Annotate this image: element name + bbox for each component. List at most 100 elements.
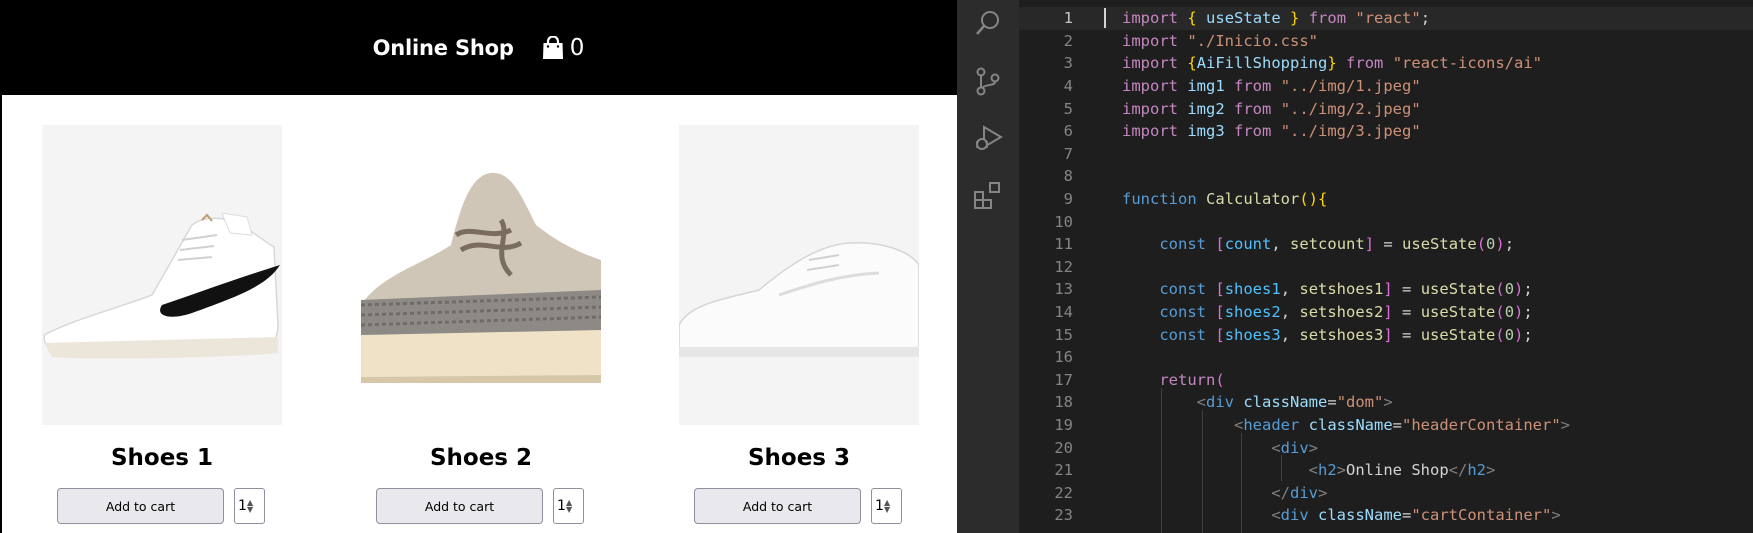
code-text: import {AiFillShopping} from "react-icon… bbox=[1122, 54, 1543, 73]
code-line-20[interactable]: 20 <div> bbox=[1019, 436, 1753, 459]
product-card-2: Shoes 2 bbox=[361, 125, 601, 471]
code-line-6[interactable]: 6 import img3 from "../img/3.jpeg" bbox=[1019, 120, 1753, 143]
code-line-4[interactable]: 4 import img1 from "../img/1.jpeg" bbox=[1019, 75, 1753, 98]
cart-count: 0 bbox=[569, 34, 585, 61]
quantity-value: 1 bbox=[238, 498, 246, 514]
code-line-23[interactable]: 23 <div className="cartContainer"> bbox=[1019, 504, 1753, 527]
cart[interactable]: 0 bbox=[542, 34, 585, 61]
code-text: import "./Inicio.css" bbox=[1122, 31, 1318, 50]
line-number: 9 bbox=[1063, 190, 1073, 209]
code-text: function Calculator(){ bbox=[1122, 190, 1328, 209]
line-number: 15 bbox=[1054, 325, 1073, 344]
line-number: 14 bbox=[1054, 303, 1073, 322]
line-number: 6 bbox=[1063, 122, 1073, 141]
product-image-shoes-2 bbox=[361, 125, 601, 425]
code-text: <div className="cartContainer"> bbox=[1271, 506, 1561, 525]
code-line-5[interactable]: 5 import img2 from "../img/2.jpeg" bbox=[1019, 97, 1753, 120]
code-text: <div> bbox=[1271, 438, 1318, 457]
add-to-cart-button-2[interactable]: Add to cart bbox=[376, 488, 543, 524]
quantity-value: 1 bbox=[557, 498, 565, 514]
code-text: <div className="dom"> bbox=[1196, 393, 1393, 412]
run-debug-icon[interactable] bbox=[973, 123, 1003, 153]
line-number: 20 bbox=[1054, 438, 1073, 457]
line-number: 4 bbox=[1063, 77, 1073, 96]
line-number: 11 bbox=[1054, 235, 1073, 254]
shop-header: Online Shop 0 bbox=[0, 0, 957, 95]
product-image-shoes-1 bbox=[42, 125, 282, 425]
add-to-cart-button-1[interactable]: Add to cart bbox=[57, 488, 224, 524]
code-text: import { useState } from "react"; bbox=[1122, 9, 1431, 28]
line-number: 23 bbox=[1054, 506, 1073, 525]
code-line-17[interactable]: 17 return( bbox=[1019, 369, 1753, 392]
code-line-22[interactable]: 22 </div> bbox=[1019, 482, 1753, 505]
source-control-icon[interactable] bbox=[973, 66, 1003, 96]
code-line-3[interactable]: 3 import {AiFillShopping} from "react-ic… bbox=[1019, 52, 1753, 75]
line-number: 8 bbox=[1063, 167, 1073, 186]
code-text: const [shoes1, setshoes1] = useState(0); bbox=[1159, 280, 1533, 299]
line-number: 18 bbox=[1054, 393, 1073, 412]
code-line-10[interactable]: 10 bbox=[1019, 210, 1753, 233]
code-text: import img2 from "../img/2.jpeg" bbox=[1122, 99, 1421, 118]
code-line-14[interactable]: 14 const [shoes2, setshoes2] = useState(… bbox=[1019, 301, 1753, 324]
code-text: <h2>Online Shop</h2> bbox=[1308, 461, 1496, 480]
shop-preview: Online Shop 0 Shoes 1 Add to cart 1 ▲ ▼ … bbox=[0, 0, 957, 533]
code-text: const [count, setcount] = useState(0); bbox=[1159, 235, 1515, 254]
line-number: 16 bbox=[1054, 348, 1073, 367]
line-number: 2 bbox=[1063, 31, 1073, 50]
quantity-value: 1 bbox=[875, 498, 883, 514]
line-number: 3 bbox=[1063, 54, 1073, 73]
text-cursor bbox=[1104, 8, 1106, 28]
product-name: Shoes 3 bbox=[747, 445, 851, 471]
product-controls-3: Add to cart 1 ▲ ▼ bbox=[694, 488, 902, 524]
spinner-arrows-icon[interactable]: ▲ ▼ bbox=[566, 499, 572, 514]
code-line-11[interactable]: 11 const [count, setcount] = useState(0)… bbox=[1019, 233, 1753, 256]
line-number: 7 bbox=[1063, 144, 1073, 163]
indent-guide bbox=[1161, 388, 1162, 533]
code-text: import img3 from "../img/3.jpeg" bbox=[1122, 122, 1421, 141]
indent-guide bbox=[1202, 410, 1203, 533]
line-number: 22 bbox=[1054, 483, 1073, 502]
product-name: Shoes 2 bbox=[429, 445, 533, 471]
line-number: 12 bbox=[1054, 257, 1073, 276]
product-card-1: Shoes 1 bbox=[42, 125, 282, 471]
code-line-19[interactable]: 19 <header className="headerContainer"> bbox=[1019, 414, 1753, 437]
product-card-3: Shoes 3 bbox=[679, 125, 919, 471]
preview-border bbox=[0, 95, 2, 533]
add-to-cart-button-3[interactable]: Add to cart bbox=[694, 488, 861, 524]
quantity-stepper-1[interactable]: 1 ▲ ▼ bbox=[234, 488, 265, 524]
code-line-7[interactable]: 7 bbox=[1019, 143, 1753, 166]
code-line-2[interactable]: 2 import "./Inicio.css" bbox=[1019, 30, 1753, 53]
quantity-stepper-3[interactable]: 1 ▲ ▼ bbox=[871, 488, 902, 524]
code-text: const [shoes3, setshoes3] = useState(0); bbox=[1159, 325, 1533, 344]
shopping-bag-icon bbox=[542, 35, 563, 59]
indent-guide bbox=[1241, 433, 1242, 533]
code-editor[interactable]: 1 import { useState } from "react"; 2 im… bbox=[1019, 0, 1753, 533]
extensions-icon[interactable] bbox=[973, 180, 1003, 210]
code-line-21[interactable]: 21 <h2>Online Shop</h2> bbox=[1019, 459, 1753, 482]
code-line-16[interactable]: 16 bbox=[1019, 346, 1753, 369]
line-number: 19 bbox=[1054, 416, 1073, 435]
activity-bar bbox=[957, 0, 1019, 533]
quantity-stepper-2[interactable]: 1 ▲ ▼ bbox=[553, 488, 584, 524]
code-text: return( bbox=[1159, 370, 1225, 389]
shop-title: Online Shop bbox=[372, 35, 514, 60]
code-text: import img1 from "../img/1.jpeg" bbox=[1122, 77, 1421, 96]
code-line-13[interactable]: 13 const [shoes1, setshoes1] = useState(… bbox=[1019, 278, 1753, 301]
code-line-8[interactable]: 8 bbox=[1019, 165, 1753, 188]
spinner-arrows-icon[interactable]: ▲ ▼ bbox=[247, 499, 253, 514]
code-text: <header className="headerContainer"> bbox=[1233, 416, 1570, 435]
code-line-9[interactable]: 9 function Calculator(){ bbox=[1019, 188, 1753, 211]
code-line-1[interactable]: 1 import { useState } from "react"; bbox=[1019, 7, 1753, 30]
product-controls-2: Add to cart 1 ▲ ▼ bbox=[376, 488, 584, 524]
spinner-arrows-icon[interactable]: ▲ ▼ bbox=[884, 499, 890, 514]
line-number: 10 bbox=[1054, 212, 1073, 231]
code-line-18[interactable]: 18 <div className="dom"> bbox=[1019, 391, 1753, 414]
product-controls-1: Add to cart 1 ▲ ▼ bbox=[57, 488, 265, 524]
search-icon[interactable] bbox=[973, 8, 1003, 38]
code-line-15[interactable]: 15 const [shoes3, setshoes3] = useState(… bbox=[1019, 323, 1753, 346]
product-image-shoes-3 bbox=[679, 125, 919, 425]
code-text: </div> bbox=[1271, 483, 1328, 502]
line-number: 17 bbox=[1054, 370, 1073, 389]
code-line-12[interactable]: 12 bbox=[1019, 256, 1753, 279]
line-number: 21 bbox=[1054, 461, 1073, 480]
